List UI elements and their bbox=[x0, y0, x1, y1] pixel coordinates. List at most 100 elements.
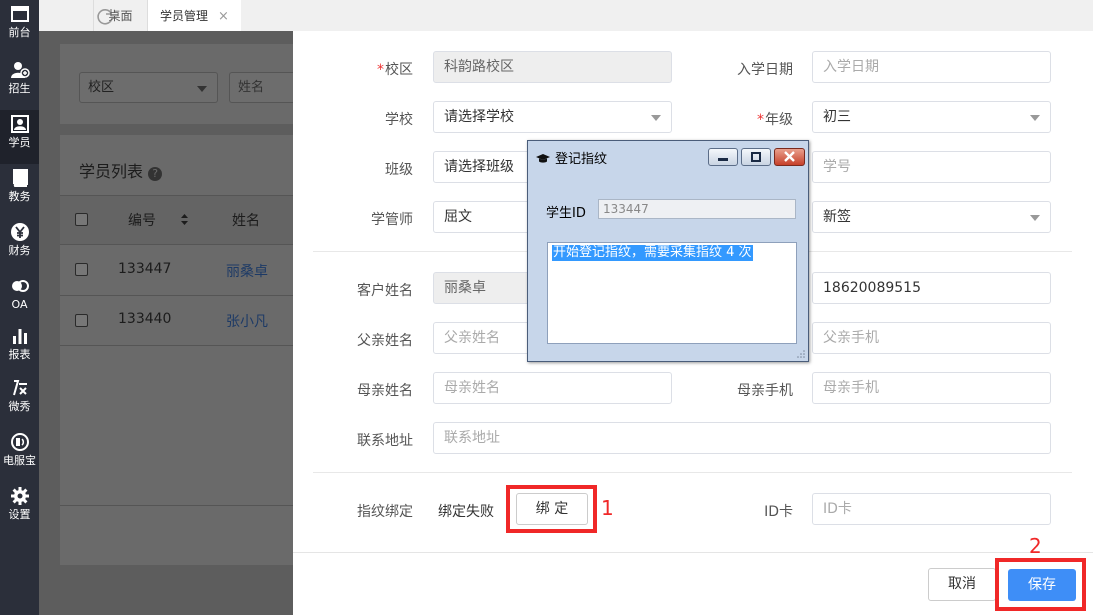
tab-label: 学员管理 bbox=[160, 9, 209, 23]
customer-name-label: 客户姓名 bbox=[357, 283, 413, 299]
idcard-input[interactable]: ID卡 bbox=[812, 493, 1051, 525]
mother-phone-input[interactable]: 母亲手机 bbox=[812, 372, 1051, 404]
column-header-id[interactable]: 编号 bbox=[128, 210, 156, 230]
chevron-down-icon bbox=[1030, 215, 1040, 221]
student-id-label: 学生ID bbox=[546, 206, 586, 221]
sidebar-item-settings[interactable]: 设置 bbox=[0, 482, 39, 536]
sidebar-item-label: 微秀 bbox=[8, 400, 31, 413]
close-button[interactable] bbox=[774, 148, 805, 166]
graduation-cap-icon bbox=[536, 154, 550, 163]
sidebar-item-phone-service[interactable]: 电服宝 bbox=[0, 428, 39, 482]
dialog-message: 开始登记指纹，需要采集指纹 4 次 bbox=[552, 245, 753, 261]
school-select[interactable]: 请选择学校 bbox=[433, 101, 672, 133]
section-divider bbox=[313, 472, 1072, 473]
row-name-link[interactable]: 张小凡 bbox=[226, 311, 268, 331]
sidebar-item-front-desk[interactable]: 前台 bbox=[0, 0, 39, 54]
yen-icon bbox=[10, 223, 29, 241]
gear-icon bbox=[10, 487, 29, 505]
close-icon bbox=[784, 151, 795, 162]
enroll-date-label: 入学日期 bbox=[737, 62, 793, 78]
grade-label: *年级 bbox=[713, 109, 793, 129]
row-name-link[interactable]: 丽桑卓 bbox=[226, 261, 268, 281]
divider bbox=[60, 505, 293, 506]
sidebar-item-label: 报表 bbox=[8, 348, 31, 361]
close-icon[interactable]: × bbox=[218, 9, 229, 24]
select-all-checkbox[interactable] bbox=[75, 213, 88, 226]
sidebar-item-oa[interactable]: OA bbox=[0, 272, 39, 326]
student-id-field: 133447 bbox=[598, 199, 796, 219]
grade-select-value: 初三 bbox=[823, 109, 851, 125]
sidebar-item-academic[interactable]: 教务 bbox=[0, 164, 39, 218]
school-select-value: 请选择学校 bbox=[444, 109, 514, 125]
sidebar-item-label: OA bbox=[11, 298, 28, 311]
minimize-button[interactable] bbox=[708, 148, 738, 166]
sidebar-item-label: 教务 bbox=[8, 190, 31, 203]
status-select[interactable]: 新签 bbox=[812, 201, 1051, 233]
save-button[interactable]: 保存 bbox=[1008, 569, 1076, 601]
dialog-title: 登记指纹 bbox=[536, 148, 607, 167]
sidebar-item-label: 电服宝 bbox=[3, 454, 36, 467]
sidebar-item-students[interactable]: 学员 bbox=[0, 110, 39, 164]
name-filter-input[interactable]: 姓名 bbox=[229, 72, 293, 103]
row-id: 133440 bbox=[118, 311, 172, 327]
sidebar-item-finance[interactable]: 财务 bbox=[0, 218, 39, 272]
sidebar-item-label: 前台 bbox=[8, 26, 31, 39]
address-label: 联系地址 bbox=[357, 433, 413, 449]
help-icon: ? bbox=[148, 167, 163, 181]
dialog-title-text: 登记指纹 bbox=[555, 152, 608, 167]
status-select-value: 新签 bbox=[823, 209, 851, 225]
sidebar-item-label: 学员 bbox=[8, 136, 31, 149]
list-title: 学员列表 ? bbox=[79, 158, 163, 182]
sort-icon[interactable] bbox=[180, 213, 189, 226]
annotation-number-1: 1 bbox=[601, 496, 614, 520]
father-phone-input[interactable]: 父亲手机 bbox=[812, 322, 1051, 354]
maximize-icon bbox=[751, 152, 761, 162]
address-input[interactable]: 联系地址 bbox=[433, 422, 1051, 454]
minimize-icon bbox=[718, 158, 728, 161]
sidebar-item-reports[interactable]: 报表 bbox=[0, 322, 39, 376]
maximize-button[interactable] bbox=[741, 148, 771, 166]
grade-select[interactable]: 初三 bbox=[812, 101, 1051, 133]
sidebar-item-weixiu[interactable]: 微秀 bbox=[0, 374, 39, 428]
enroll-date-input[interactable]: 入学日期 bbox=[812, 51, 1051, 83]
idcard-label: ID卡 bbox=[764, 504, 793, 520]
required-mark: * bbox=[377, 62, 384, 78]
campus-label-text: 校区 bbox=[385, 62, 413, 78]
sidebar: 前台 招生 学员 教务 财务 OA 报表 微秀 电服宝 设置 bbox=[0, 0, 39, 615]
chevron-down-icon bbox=[1030, 115, 1040, 121]
chevron-down-icon bbox=[197, 86, 207, 92]
user-card-icon bbox=[10, 115, 29, 133]
grade-label-text: 年级 bbox=[765, 112, 793, 128]
dialog-message-box[interactable]: 开始登记指纹，需要采集指纹 4 次 bbox=[547, 242, 797, 344]
tab-bar: 桌面 学员管理 × bbox=[39, 0, 1093, 32]
campus-filter-select[interactable]: 校区 bbox=[79, 72, 218, 103]
father-name-label: 父亲姓名 bbox=[357, 333, 413, 349]
tab-desktop[interactable]: 桌面 bbox=[93, 0, 147, 32]
mother-phone-label: 母亲手机 bbox=[737, 383, 793, 399]
tab-label: 桌面 bbox=[108, 9, 133, 23]
sidebar-item-label: 财务 bbox=[8, 244, 31, 257]
sidebar-item-enrollment[interactable]: 招生 bbox=[0, 56, 39, 110]
tab-student-management[interactable]: 学员管理 × bbox=[147, 0, 241, 32]
oa-icon bbox=[11, 280, 29, 292]
annotation-number-2: 2 bbox=[1029, 534, 1042, 558]
mother-name-input[interactable]: 母亲姓名 bbox=[433, 372, 672, 404]
phone-service-icon bbox=[10, 433, 29, 451]
row-checkbox[interactable] bbox=[75, 314, 88, 327]
bind-fingerprint-button[interactable]: 绑 定 bbox=[516, 493, 588, 525]
cancel-button[interactable]: 取消 bbox=[928, 568, 996, 601]
sidebar-item-label: 设置 bbox=[8, 508, 31, 521]
chevron-down-icon bbox=[651, 115, 661, 121]
resize-grip-icon[interactable] bbox=[797, 350, 805, 358]
campus-field: 科韵路校区 bbox=[433, 51, 672, 83]
row-id: 133447 bbox=[118, 261, 172, 277]
phone-input[interactable]: 18620089515 bbox=[812, 272, 1051, 304]
footer-divider bbox=[293, 552, 1093, 553]
student-no-input[interactable]: 学号 bbox=[812, 151, 1051, 183]
row-checkbox[interactable] bbox=[75, 263, 88, 276]
xiu-icon bbox=[12, 380, 27, 396]
campus-filter-value: 校区 bbox=[88, 80, 115, 95]
manager-label: 学管师 bbox=[371, 212, 413, 228]
fingerprint-dialog: 登记指纹 学生ID 133447 开始登记指纹，需要采集指纹 4 次 bbox=[527, 140, 809, 362]
book-icon bbox=[12, 169, 28, 187]
